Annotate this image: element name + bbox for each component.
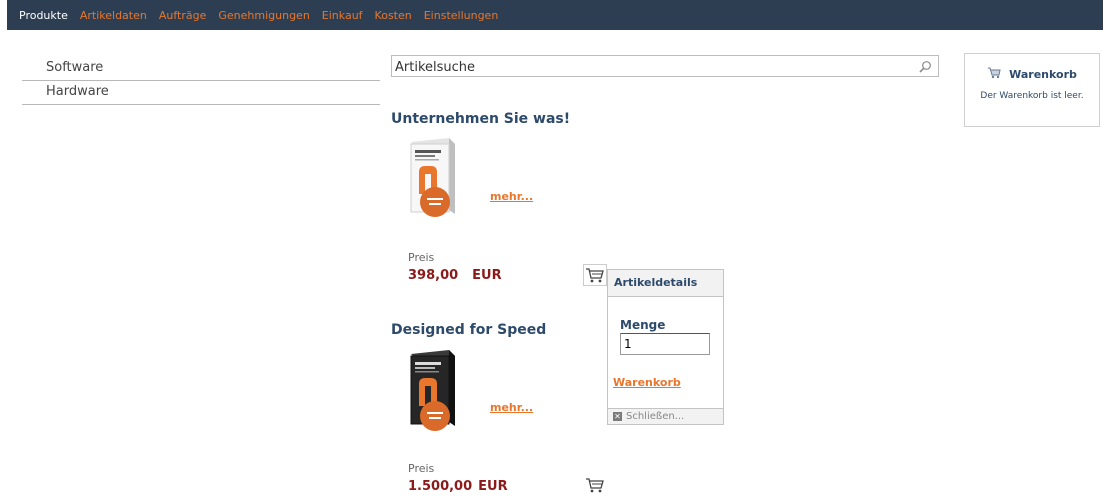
cart-title[interactable]: Warenkorb [1009,68,1077,81]
more-link[interactable]: mehr... [490,190,533,203]
product-title[interactable]: Unternehmen Sie was! [391,111,570,127]
popup-close-button[interactable]: ✕ Schließen... [608,408,723,424]
close-icon: ✕ [613,412,622,421]
popup-title: Artikeldetails [608,270,723,297]
sidebar-item-software[interactable]: Software [22,57,380,81]
price-label: Preis [408,462,435,475]
price-value: 398,00 EUR [408,268,502,283]
quantity-input[interactable] [620,333,710,355]
cart-icon [987,66,1001,82]
search-input[interactable] [395,58,895,77]
price-amount: 1.500,00 [408,479,473,494]
price-amount: 398,00 [408,268,459,283]
price-currency: EUR [478,479,508,494]
price-currency: EUR [472,268,502,283]
add-to-cart-icon[interactable] [583,474,607,500]
product-title[interactable]: Designed for Speed [391,322,546,338]
add-to-cart-link[interactable]: Warenkorb [613,376,681,389]
price-value: 1.500,00 EUR [408,479,508,494]
nav-item-artikeldaten[interactable]: Artikeldaten [80,9,147,22]
category-sidebar: Software Hardware [22,57,380,105]
more-link[interactable]: mehr... [490,401,533,414]
nav-item-einkauf[interactable]: Einkauf [322,9,363,22]
cart-summary: Warenkorb Der Warenkorb ist leer. [964,53,1100,127]
nav-item-produkte[interactable]: Produkte [19,9,68,22]
product-image[interactable] [405,136,467,232]
add-to-cart-icon[interactable] [583,264,607,290]
quantity-label: Menge [620,318,666,332]
price-label: Preis [408,251,435,264]
product-image[interactable] [405,348,467,444]
nav-item-einstellungen[interactable]: Einstellungen [424,9,499,22]
top-navigation: Produkte Artikeldaten Aufträge Genehmigu… [7,0,1103,30]
search-icon[interactable] [918,59,932,78]
sidebar-item-hardware[interactable]: Hardware [22,81,380,105]
nav-item-auftraege[interactable]: Aufträge [159,9,207,22]
nav-item-kosten[interactable]: Kosten [375,9,412,22]
article-search [391,55,939,77]
article-details-popup: Artikeldetails Menge Warenkorb ✕ Schließ… [607,269,724,425]
nav-item-genehmigungen[interactable]: Genehmigungen [218,9,309,22]
cart-empty-text: Der Warenkorb ist leer. [980,91,1084,101]
close-label: Schließen... [626,411,685,422]
